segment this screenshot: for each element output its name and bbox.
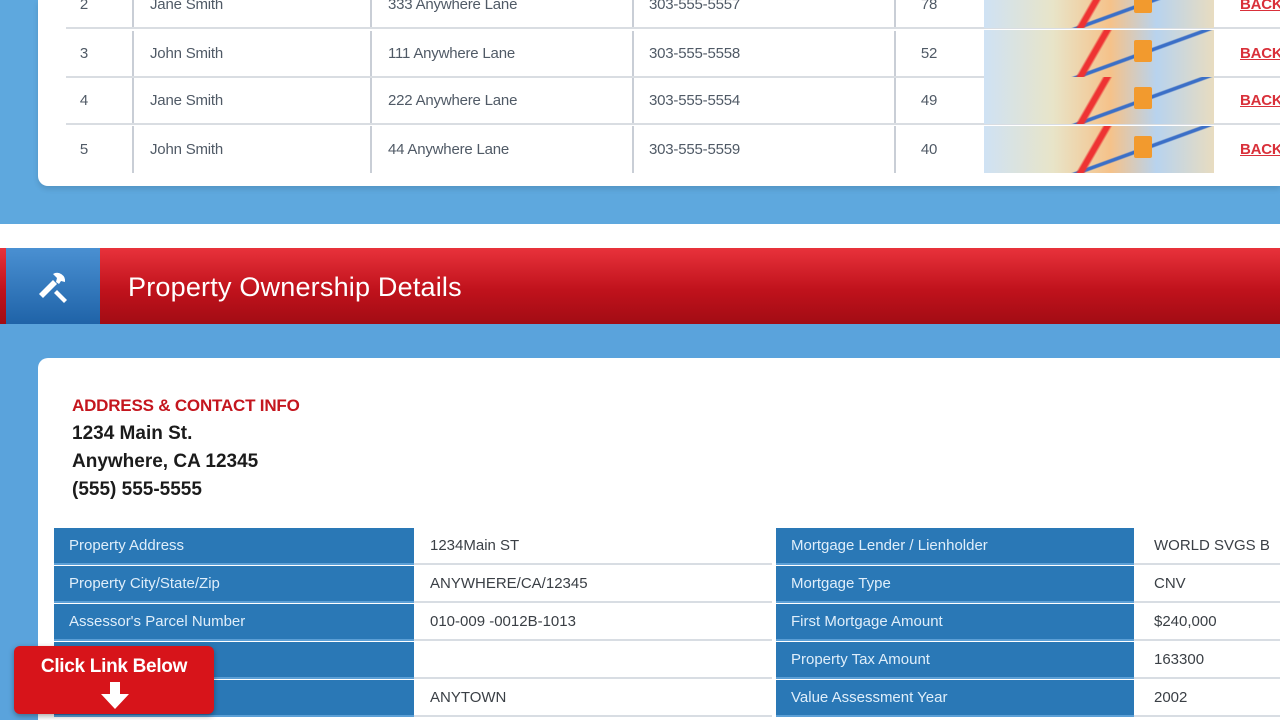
row-address: 222 Anywhere Lane: [388, 92, 518, 109]
row-phone: 303-555-5557: [649, 0, 741, 13]
info-label: Property Address: [54, 528, 414, 565]
map-thumbnail[interactable]: [984, 77, 1214, 124]
contact-street: 1234 Main St.: [72, 423, 193, 444]
info-label: Property Tax Amount: [776, 642, 1134, 679]
row-age: 78: [920, 0, 938, 13]
property-ownership-header: Property Ownership Details: [0, 224, 1280, 324]
info-row: Property Address 1234Main ST: [54, 528, 774, 565]
info-label: Mortgage Lender / Lienholder: [776, 528, 1134, 565]
contact-city: Anywhere, CA 12345: [72, 451, 259, 472]
table-row[interactable]: 4 Jane Smith 222 Anywhere Lane 303-555-5…: [66, 77, 1280, 125]
background-link[interactable]: BACKGROUND: [1240, 78, 1280, 123]
background-link[interactable]: BACKGROUND: [1240, 126, 1280, 173]
cta-label: Click Link Below: [40, 656, 188, 677]
arrow-down-icon: [101, 682, 129, 709]
row-phone: 303-555-5554: [649, 92, 741, 109]
info-value: 1234Main ST: [414, 528, 772, 565]
search-results-panel: 2 Jane Smith 333 Anywhere Lane 303-555-5…: [0, 0, 1280, 224]
info-row: Property Tax Amount 163300: [776, 642, 1280, 679]
row-address: 333 Anywhere Lane: [388, 0, 518, 13]
row-number: 2: [79, 0, 89, 13]
row-name: Jane Smith: [150, 92, 224, 109]
info-value: ANYTOWN: [414, 680, 772, 717]
table-row[interactable]: 5 John Smith 44 Anywhere Lane 303-555-55…: [66, 126, 1280, 173]
click-link-below-button[interactable]: Click Link Below: [14, 646, 214, 714]
info-row: Mortgage Type CNV: [776, 566, 1280, 603]
info-label: Value Assessment Year: [776, 680, 1134, 717]
info-value: 010-009 -0012B-1013: [414, 604, 772, 641]
info-label: Property City/State/Zip: [54, 566, 414, 603]
map-thumbnail[interactable]: [984, 126, 1214, 173]
contact-phone: (555) 555-5555: [72, 479, 202, 500]
background-link[interactable]: BACKGROUND: [1240, 0, 1280, 27]
info-label: First Mortgage Amount: [776, 604, 1134, 641]
section-title: Property Ownership Details: [128, 272, 462, 302]
info-value: WORLD SVGS B: [1134, 528, 1280, 565]
info-row: Assessor's Parcel Number 010-009 -0012B-…: [54, 604, 774, 641]
info-value: ANYWHERE/CA/12345: [414, 566, 772, 603]
background-link[interactable]: BACKGROUND: [1240, 31, 1280, 76]
row-address: 44 Anywhere Lane: [388, 141, 510, 158]
info-label: Mortgage Type: [776, 566, 1134, 603]
info-value: $240,000: [1134, 604, 1280, 641]
info-row: First Mortgage Amount $240,000: [776, 604, 1280, 641]
row-address: 111 Anywhere Lane: [388, 45, 515, 62]
row-phone: 303-555-5558: [649, 45, 741, 62]
map-thumbnail[interactable]: [984, 0, 1214, 28]
row-number: 3: [79, 45, 89, 62]
row-number: 5: [79, 141, 89, 158]
contact-heading: ADDRESS & CONTACT INFO: [72, 396, 300, 415]
info-label: Assessor's Parcel Number: [54, 604, 414, 641]
table-row[interactable]: 3 John Smith 111 Anywhere Lane 303-555-5…: [66, 30, 1280, 78]
row-name: John Smith: [150, 45, 224, 62]
row-age: 40: [920, 141, 938, 158]
info-row: Value Assessment Year 2002: [776, 680, 1280, 717]
tools-icon: [6, 248, 100, 324]
row-number: 4: [79, 92, 89, 109]
row-name: Jane Smith: [150, 0, 224, 13]
info-row: Property City/State/Zip ANYWHERE/CA/1234…: [54, 566, 774, 603]
search-results-table: 2 Jane Smith 333 Anywhere Lane 303-555-5…: [38, 0, 1280, 186]
property-details-card: ADDRESS & CONTACT INFO 1234 Main St. Any…: [38, 358, 1280, 720]
row-phone: 303-555-5559: [649, 141, 741, 158]
row-name: John Smith: [150, 141, 224, 158]
row-age: 49: [920, 92, 938, 109]
info-value: CNV: [1134, 566, 1280, 603]
info-row: Mortgage Lender / Lienholder WORLD SVGS …: [776, 528, 1280, 565]
info-value: [414, 642, 772, 679]
info-value: 163300: [1134, 642, 1280, 679]
row-age: 52: [920, 45, 938, 62]
table-row[interactable]: 2 Jane Smith 333 Anywhere Lane 303-555-5…: [66, 0, 1280, 29]
info-value: 2002: [1134, 680, 1280, 717]
map-thumbnail[interactable]: [984, 30, 1214, 77]
